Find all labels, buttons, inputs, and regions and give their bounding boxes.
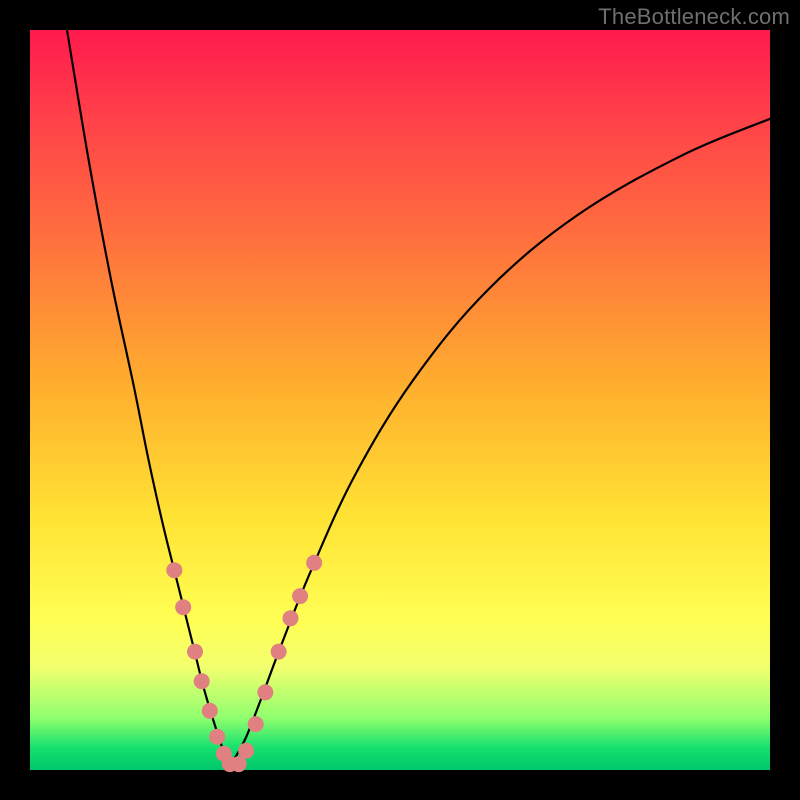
marker-point <box>209 729 225 745</box>
curve-right-branch <box>230 119 770 767</box>
marker-point <box>248 716 264 732</box>
plot-area <box>30 30 770 770</box>
marker-point <box>238 743 254 759</box>
series-group <box>67 30 770 766</box>
marker-point <box>175 599 191 615</box>
marker-point <box>194 673 210 689</box>
watermark-text: TheBottleneck.com <box>598 4 790 30</box>
marker-point <box>202 703 218 719</box>
marker-point <box>292 588 308 604</box>
marker-point <box>271 644 287 660</box>
marker-point <box>166 562 182 578</box>
marker-point <box>306 555 322 571</box>
chart-svg <box>30 30 770 770</box>
marker-point <box>282 610 298 626</box>
marker-point <box>257 684 273 700</box>
curve-left-branch <box>67 30 230 766</box>
marker-point <box>187 644 203 660</box>
chart-frame: TheBottleneck.com <box>0 0 800 800</box>
